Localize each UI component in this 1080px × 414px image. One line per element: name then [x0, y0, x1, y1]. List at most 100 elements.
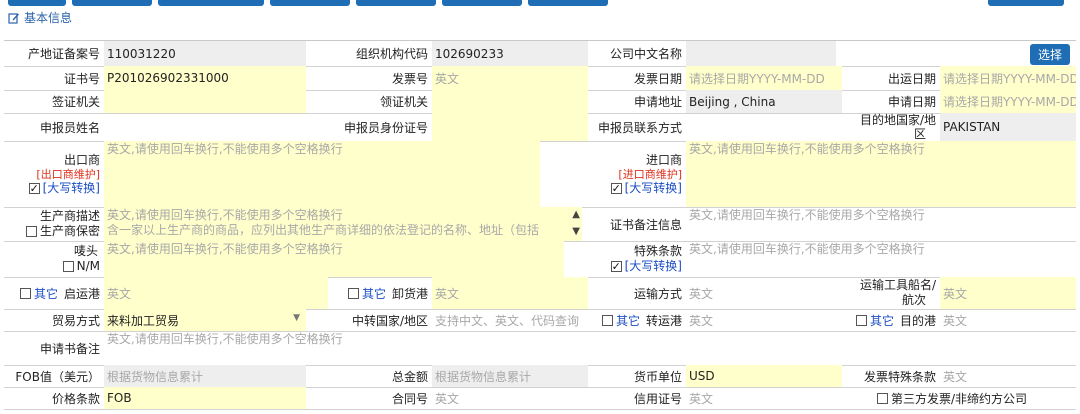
special-terms-textarea[interactable]: 英文,请使用回车换行,不能使用多个空格换行 — [686, 241, 1076, 277]
importer-textarea[interactable]: 英文,请使用回车换行,不能使用多个空格换行 — [686, 141, 1076, 207]
departure-other-checkbox[interactable] — [19, 287, 31, 299]
lc-no-input[interactable]: 英文 — [686, 387, 866, 409]
label-producer-confidential: 生产商保密 — [39, 224, 100, 238]
certificate-remark-textarea[interactable]: 英文,请使用回车换行,不能使用多个空格换行 — [686, 207, 1076, 241]
apply-date-input[interactable]: 请选择日期YYYY-MM-DD — [940, 90, 1076, 113]
scroll-down-icon[interactable]: ▼ — [572, 224, 580, 239]
destination-port-input[interactable]: 英文 — [940, 309, 1076, 331]
transship-other-checkbox[interactable] — [601, 314, 613, 326]
shipment-date-input[interactable]: 请选择日期YYYY-MM-DD — [940, 66, 1076, 90]
special-terms-uppercase-checkbox[interactable] — [610, 259, 622, 274]
toolbar-button-6[interactable] — [442, 0, 522, 6]
trade-mode-select[interactable]: 来料加工贸易 ▼ — [104, 309, 306, 331]
label-company-cn-name: 公司中文名称 — [609, 47, 682, 61]
label-declarant-id: 申报员身份证号 — [343, 120, 428, 135]
importer-uppercase-checkbox[interactable] — [610, 181, 622, 196]
destination-other-checkbox[interactable] — [855, 314, 867, 326]
unloading-other-checkbox[interactable] — [347, 287, 359, 299]
select-button[interactable]: 选择 — [1030, 44, 1070, 65]
toolbar-button-4[interactable] — [270, 0, 350, 6]
departure-port-input[interactable]: 英文 — [104, 277, 328, 309]
total-amount-field[interactable]: 根据货物信息累计 — [432, 365, 588, 387]
visa-authority-input[interactable] — [104, 90, 306, 113]
transport-mode-input[interactable]: 英文 — [686, 277, 842, 309]
apply-date-placeholder: 请选择日期YYYY-MM-DD — [943, 95, 1076, 109]
label-departure-port: 启运港 — [63, 286, 100, 301]
declarant-name-input[interactable] — [104, 113, 138, 141]
contract-no-input[interactable]: 英文 — [432, 387, 588, 409]
collect-authority-input[interactable] — [432, 90, 588, 113]
edit-icon — [8, 13, 19, 24]
toolbar-button-3[interactable] — [158, 0, 264, 6]
invoice-no-input[interactable]: 英文 — [432, 66, 588, 90]
org-code-field[interactable]: 102690233 — [432, 41, 588, 66]
invoice-date-input[interactable]: 请选择日期YYYY-MM-DD — [686, 66, 842, 90]
label-application-remark: 申请书备注 — [39, 341, 100, 356]
label-invoice-special-terms: 发票特殊条款 — [863, 369, 936, 384]
importer-maintain-link[interactable]: [进口商维护] — [618, 168, 682, 181]
certificate-no-input[interactable]: P201026902331000 — [104, 66, 306, 90]
producer-textarea[interactable]: 英文,请使用回车换行,不能使用多个空格换行 含一家以上生产商的商品，应列出其他生… — [104, 207, 582, 241]
destination-other-label[interactable]: 其它 — [870, 312, 894, 329]
special-terms-uppercase-link[interactable]: [大写转换] — [625, 259, 682, 273]
transship-port-placeholder: 英文 — [689, 313, 714, 328]
application-remark-textarea[interactable]: 英文,请使用回车换行,不能使用多个空格换行 — [104, 331, 588, 365]
declarant-id-input[interactable] — [432, 113, 588, 141]
label-destination-country: 目的地国家/地 区 — [842, 113, 940, 141]
exporter-uppercase-link[interactable]: [大写转换] — [43, 181, 100, 195]
nm-checkbox[interactable] — [62, 261, 74, 272]
exporter-textarea[interactable]: 英文,请使用回车换行,不能使用多个空格换行 — [104, 141, 540, 207]
section-title-text: 基本信息 — [24, 11, 73, 25]
toolbar-button-8[interactable] — [988, 0, 1064, 6]
importer-uppercase-link[interactable]: [大写转换] — [625, 181, 682, 195]
company-cn-name-field[interactable] — [686, 41, 836, 66]
form-row-6: 生产商描述 生产商保密 英文,请使用回车换行,不能使用多个空格换行 含一家以上生… — [4, 207, 1076, 242]
destination-country-field[interactable]: PAKISTAN — [940, 113, 1076, 141]
invoice-special-terms-placeholder: 英文 — [943, 369, 968, 384]
toolbar-button-5[interactable] — [356, 0, 436, 6]
exporter-uppercase-checkbox[interactable] — [28, 181, 40, 196]
unloading-other-label[interactable]: 其它 — [362, 285, 386, 302]
transship-port-input[interactable]: 英文 — [686, 309, 842, 331]
vessel-voyage-input[interactable]: 英文 — [940, 277, 1076, 309]
fob-value-field[interactable]: 根据货物信息累计 — [104, 365, 306, 387]
toolbar-button-1[interactable] — [8, 0, 66, 6]
toolbar-button-2[interactable] — [72, 0, 152, 6]
price-terms-input[interactable]: FOB — [104, 387, 306, 409]
third-party-invoice-checkbox[interactable] — [877, 392, 888, 404]
unloading-port-placeholder: 英文 — [435, 286, 460, 301]
label-collect-authority: 领证机关 — [379, 95, 428, 109]
marks-textarea[interactable]: 英文,请使用回车换行,不能使用多个空格换行 — [104, 241, 564, 277]
form-row-5: 出口商 [出口商维护] [大写转换] 英文,请使用回车换行,不能使用多个空格换行… — [4, 141, 1076, 208]
producer-confidential-checkbox[interactable] — [25, 226, 37, 237]
exporter-maintain-link[interactable]: [出口商维护] — [36, 168, 100, 181]
label-shipment-date: 出运日期 — [887, 71, 936, 86]
unloading-port-input[interactable]: 英文 — [432, 277, 588, 309]
invoice-special-terms-input[interactable]: 英文 — [940, 365, 1076, 387]
transship-other-label[interactable]: 其它 — [616, 312, 640, 329]
vessel-voyage-placeholder: 英文 — [943, 286, 968, 301]
price-terms-value: FOB — [107, 391, 132, 405]
declarant-contact-input[interactable] — [686, 113, 842, 141]
transit-country-input[interactable]: 支持中文、英文、代码查询 — [432, 309, 588, 331]
form-row-8: 其它 启运港 英文 其它 卸货港 英文 运输方式 英文 运输工具船名/ 航次 英文 — [4, 277, 1076, 310]
apply-address-field[interactable]: Beijing , China — [686, 90, 842, 113]
org-code-value: 102690233 — [435, 46, 504, 61]
origin-record-no-value: 110031220 — [107, 46, 176, 61]
currency-input[interactable]: USD — [686, 365, 842, 387]
importer-label-block: 进口商 [进口商维护] [大写转换] — [588, 141, 686, 207]
departure-other-label[interactable]: 其它 — [34, 285, 58, 302]
label-third-party-invoice: 第三方发票/非缔约方公司 — [891, 391, 1028, 406]
marks-label-block: 唛头 N/M — [4, 241, 104, 277]
scroll-up-icon[interactable]: ▲ — [572, 207, 580, 222]
label-certificate-no: 证书号 — [63, 71, 100, 86]
form-row-2: 证书号 P201026902331000 发票号 英文 发票日期 请选择日期YY… — [4, 66, 1076, 91]
trade-mode-value: 来料加工贸易 — [107, 313, 180, 328]
label-apply-address: 申请地址 — [633, 95, 682, 109]
label-certificate-remark: 证书备注信息 — [609, 217, 682, 232]
origin-record-no-field[interactable]: 110031220 — [104, 41, 306, 66]
label-lc-no: 信用证号 — [633, 391, 682, 406]
toolbar-button-7[interactable] — [528, 0, 608, 6]
label-org-code: 组织机构代码 — [355, 47, 428, 61]
total-amount-placeholder: 根据货物信息累计 — [435, 369, 532, 384]
